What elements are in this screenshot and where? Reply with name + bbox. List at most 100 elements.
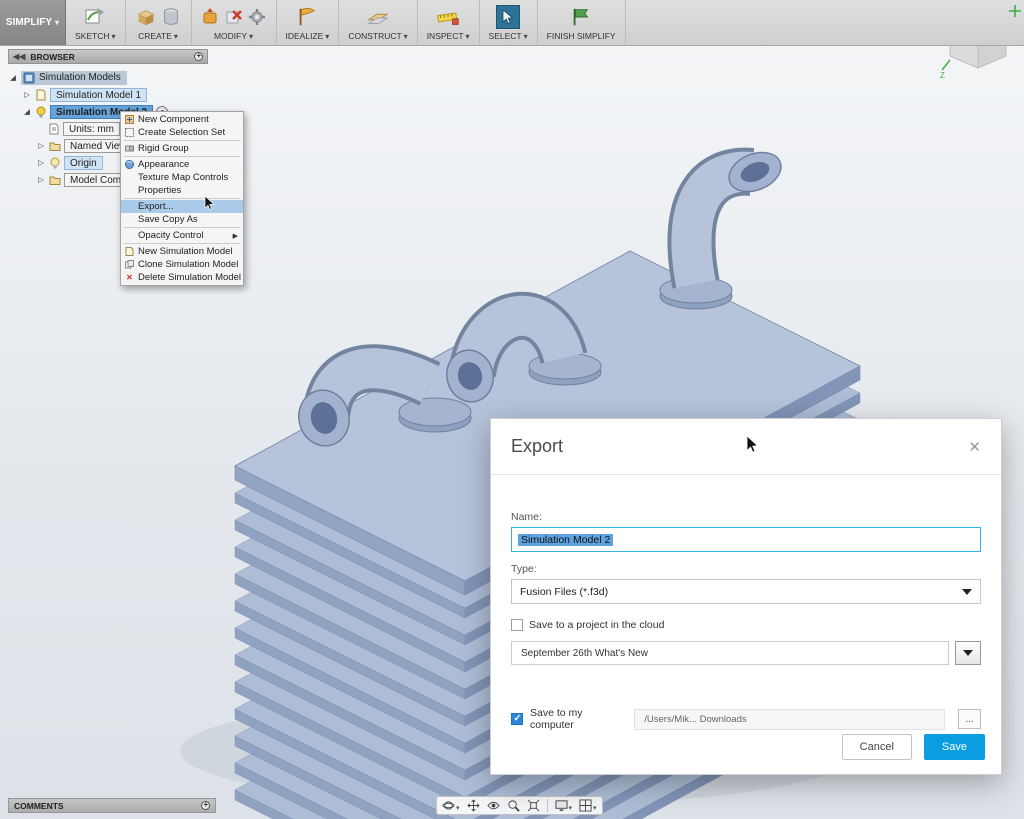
menu-divider (124, 243, 240, 244)
chevron-down-icon (174, 31, 178, 41)
expand-triangle-icon[interactable]: ◢ (22, 107, 32, 116)
collapsed-triangle-icon[interactable]: ▷ (36, 158, 46, 167)
tree-row-simulation-models[interactable]: ◢ Simulation Models (8, 69, 208, 86)
group-label-finish-simplify: FINISH SIMPLIFY (547, 31, 616, 41)
browser-options-icon[interactable] (194, 52, 203, 61)
toolbar-group-select[interactable]: SELECT (480, 0, 538, 45)
tree-label-units: Units: mm (63, 122, 120, 136)
menu-item-properties[interactable]: Properties (121, 184, 243, 197)
add-comment-icon[interactable] (201, 801, 210, 810)
save-path-field[interactable]: /Users/Mik... Downloads (634, 709, 945, 730)
fit-button[interactable] (527, 799, 540, 812)
computer-checkbox-label: Save to my computer (530, 707, 623, 731)
menu-divider (124, 227, 240, 228)
menu-item-new-component[interactable]: New Component (121, 113, 243, 126)
chevron-down-icon (404, 31, 408, 41)
name-value: Simulation Model 2 (518, 534, 613, 546)
finish-flag-icon (570, 6, 592, 28)
toolbar-group-sketch[interactable]: SKETCH (66, 0, 126, 45)
document-icon (35, 89, 47, 101)
orbit-button[interactable] (442, 797, 460, 815)
group-label-construct: CONSTRUCT (348, 31, 401, 41)
create-cylinder-icon (160, 6, 182, 28)
mouse-cursor (746, 436, 759, 454)
chevron-down-icon (569, 797, 573, 815)
group-label-idealize: IDEALIZE (286, 31, 324, 41)
simplify-mode-button[interactable]: SIMPLIFY (0, 0, 66, 45)
construct-plane-icon (366, 6, 390, 28)
toolbar-group-construct[interactable]: CONSTRUCT (339, 0, 417, 45)
simulation-models-icon (23, 72, 35, 84)
grid-layout-button[interactable] (579, 797, 597, 815)
menu-item-appearance[interactable]: Appearance (121, 158, 243, 171)
folder-icon (49, 140, 61, 152)
chevron-down-icon (325, 31, 329, 41)
pan-icon (467, 799, 480, 812)
mouse-cursor-small (204, 196, 215, 211)
name-input[interactable]: Simulation Model 2 (511, 527, 981, 552)
rigid-group-icon (125, 144, 134, 153)
menu-item-export[interactable]: Export... (121, 200, 243, 213)
idealize-flag-icon (296, 6, 318, 28)
cloud-checkbox[interactable] (511, 619, 523, 631)
tree-row-simulation-model-1[interactable]: ▷ Simulation Model 1 (8, 86, 208, 103)
context-menu: New Component Create Selection Set Rigid… (120, 111, 244, 286)
menu-item-texture-map-controls[interactable]: Texture Map Controls (121, 171, 243, 184)
zoom-button[interactable] (507, 799, 520, 812)
browser-header[interactable]: ◀◀ BROWSER (8, 49, 208, 64)
browser-title: BROWSER (30, 52, 74, 62)
menu-item-create-selection-set[interactable]: Create Selection Set (121, 126, 243, 139)
menu-item-save-copy-as[interactable]: Save Copy As (121, 213, 243, 226)
tree-label-origin: Origin (64, 156, 103, 170)
save-button[interactable]: Save (924, 734, 985, 760)
display-settings-button[interactable] (555, 797, 573, 815)
cloud-checkbox-label: Save to a project in the cloud (529, 619, 664, 631)
dropdown-arrow-icon (962, 589, 972, 595)
units-doc-icon (48, 123, 60, 135)
look-at-button[interactable] (487, 799, 500, 812)
collapsed-triangle-icon[interactable]: ▷ (36, 175, 46, 184)
menu-item-delete-simulation-model[interactable]: ✕ Delete Simulation Model (121, 271, 243, 284)
pan-button[interactable] (467, 799, 480, 812)
computer-checkbox[interactable] (511, 713, 523, 725)
browse-button[interactable]: ... (958, 709, 981, 729)
menu-item-clone-simulation-model[interactable]: Clone Simulation Model (121, 258, 243, 271)
project-dropdown-button[interactable] (955, 641, 981, 665)
create-box-icon (135, 6, 157, 28)
project-select-field[interactable]: September 26th What's New (511, 641, 949, 665)
cloud-checkbox-row[interactable]: Save to a project in the cloud (511, 619, 981, 631)
menu-item-new-simulation-model[interactable]: New Simulation Model (121, 245, 243, 258)
new-component-icon (125, 115, 134, 124)
type-select[interactable]: Fusion Files (*.f3d) (511, 579, 981, 604)
grid-icon (579, 799, 592, 812)
mode-label: SIMPLIFY (6, 17, 52, 28)
toolbar-group-finish-simplify[interactable]: FINISH SIMPLIFY (538, 0, 626, 45)
collapse-panel-icon[interactable]: ◀◀ (13, 52, 25, 61)
cancel-button[interactable]: Cancel (842, 734, 912, 760)
group-label-inspect: INSPECT (427, 31, 464, 41)
toolbar-group-modify[interactable]: MODIFY (192, 0, 277, 45)
measure-icon (436, 6, 460, 28)
comments-bar[interactable]: COMMENTS (8, 798, 216, 813)
tree-label-simulation-model-1: Simulation Model 1 (50, 88, 147, 102)
toolbar-group-create[interactable]: CREATE (126, 0, 192, 45)
selection-set-icon (125, 128, 134, 137)
axis-indicator-icon (1008, 4, 1022, 18)
pipe-elbow-right (660, 145, 787, 309)
collapsed-triangle-icon[interactable]: ▷ (36, 141, 46, 150)
group-label-modify: MODIFY (214, 31, 247, 41)
toolbar-group-inspect[interactable]: INSPECT (418, 0, 480, 45)
toolbar-divider (547, 799, 548, 812)
group-label-create: CREATE (138, 31, 172, 41)
menu-divider (124, 140, 240, 141)
close-icon[interactable] (968, 438, 981, 456)
menu-divider (124, 198, 240, 199)
chevron-down-icon (55, 17, 59, 28)
menu-item-opacity-control[interactable]: Opacity Control ▶ (121, 229, 243, 242)
menu-item-rigid-group[interactable]: Rigid Group (121, 142, 243, 155)
collapsed-triangle-icon[interactable]: ▷ (22, 90, 32, 99)
chevron-down-icon (456, 797, 460, 815)
chevron-down-icon (466, 31, 470, 41)
expand-triangle-icon[interactable]: ◢ (8, 73, 18, 82)
toolbar-group-idealize[interactable]: IDEALIZE (277, 0, 340, 45)
